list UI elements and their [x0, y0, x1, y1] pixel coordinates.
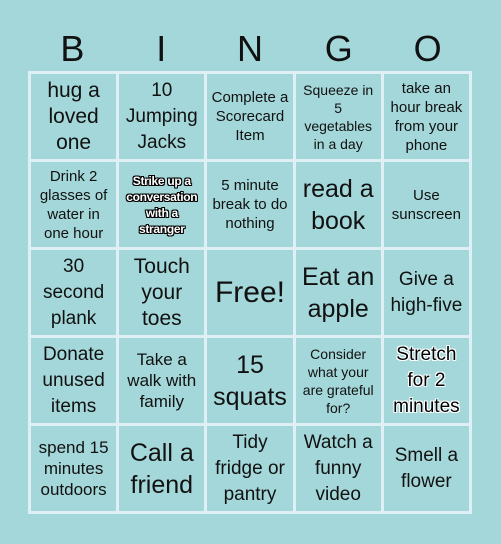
cell-text: hug a loved one: [47, 78, 100, 154]
bingo-cell[interactable]: Give a high-five: [383, 250, 469, 335]
bingo-cell[interactable]: 15 squats: [207, 338, 293, 423]
bingo-cell[interactable]: Stretch for 2 minutes: [383, 338, 469, 423]
bingo-cell[interactable]: take an hour break from your phone: [383, 74, 469, 159]
cell-text: Free!: [214, 275, 285, 309]
cell-text: Call a friend: [129, 438, 194, 499]
cell-text: 15 squats: [213, 350, 287, 411]
bingo-cell[interactable]: Take a walk with family: [119, 338, 205, 423]
bingo-cell[interactable]: Smell a flower: [383, 426, 469, 511]
bingo-cell[interactable]: Touch your toes: [119, 250, 205, 335]
bingo-cell[interactable]: 10 Jumping Jacks: [119, 74, 205, 159]
cell-text: Give a high-five: [390, 268, 463, 316]
cell-text: take an hour break from your phone: [390, 79, 463, 154]
header-letter-b: B: [60, 28, 85, 69]
cell-text: Use sunscreen: [391, 186, 461, 223]
bingo-cell[interactable]: Donate unused items: [31, 338, 117, 423]
header-letter-g: G: [324, 28, 353, 69]
bingo-cell[interactable]: Eat an apple: [295, 250, 381, 335]
cell-text: spend 15 minutes outdoors: [38, 438, 109, 499]
cell-text: Squeeze in 5 vegetables in a day: [303, 81, 374, 152]
cell-text: Take a walk with family: [127, 350, 197, 411]
bingo-cell[interactable]: Watch a funny video: [295, 426, 381, 511]
cell-text: Tidy fridge or pantry: [215, 431, 285, 505]
cell-text: Watch a funny video: [303, 431, 373, 505]
cell-text: Smell a flower: [394, 444, 459, 492]
bingo-cell[interactable]: Complete a Scorecard Item: [207, 74, 293, 159]
bingo-cell[interactable]: Consider what your are grateful for?: [295, 338, 381, 423]
cell-text: Donate unused items: [42, 343, 105, 417]
bingo-cell[interactable]: Use sunscreen: [383, 162, 469, 247]
cell-text: 30 second plank: [42, 255, 105, 329]
bingo-cell[interactable]: 30 second plank: [31, 250, 117, 335]
bingo-cell[interactable]: 5 minute break to do nothing: [207, 162, 293, 247]
bingo-cell[interactable]: hug a loved one: [31, 74, 117, 159]
bingo-cell[interactable]: Tidy fridge or pantry: [207, 426, 293, 511]
bingo-cell[interactable]: Strike up a conversation with a stranger: [119, 162, 205, 247]
cell-text: Eat an apple: [302, 262, 375, 323]
cell-text: Consider what your are grateful for?: [302, 345, 374, 416]
cell-text: 5 minute break to do nothing: [212, 177, 288, 232]
bingo-cell[interactable]: spend 15 minutes outdoors: [31, 426, 117, 511]
cell-text: read a book: [302, 174, 374, 235]
cell-text: 10 Jumping Jacks: [125, 79, 198, 153]
bingo-cell[interactable]: Drink 2 glasses of water in one hour: [31, 162, 117, 247]
cell-text: Strike up a conversation with a stranger: [126, 173, 198, 236]
bingo-board: hug a loved one 10 Jumping Jacks Complet…: [28, 71, 472, 514]
bingo-cell[interactable]: Squeeze in 5 vegetables in a day: [295, 74, 381, 159]
header-letter-n: N: [236, 28, 263, 69]
cell-text: Stretch for 2 minutes: [393, 343, 460, 417]
bingo-header: B I N G O: [28, 28, 472, 70]
cell-text: Complete a Scorecard Item: [211, 89, 289, 144]
bingo-cell[interactable]: read a book: [295, 162, 381, 247]
header-letter-o: O: [413, 28, 442, 69]
header-letter-i: I: [156, 28, 167, 69]
cell-text: Drink 2 glasses of water in one hour: [39, 167, 108, 242]
bingo-cell[interactable]: Call a friend: [119, 426, 205, 511]
cell-text: Touch your toes: [133, 254, 190, 330]
free-space-cell[interactable]: Free!: [207, 250, 293, 335]
